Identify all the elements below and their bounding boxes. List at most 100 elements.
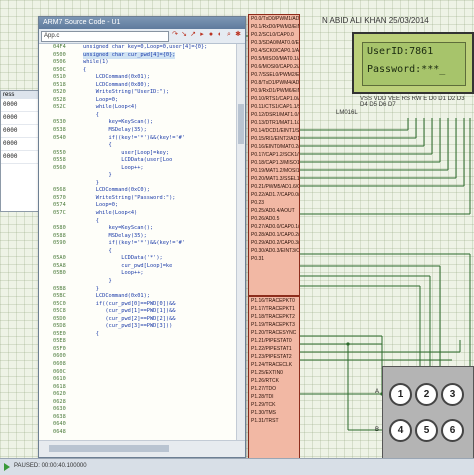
code-line[interactable]: 0538 MSDelay(35); <box>39 127 237 135</box>
code-line[interactable]: 0620 <box>39 391 237 399</box>
play-icon[interactable] <box>4 463 10 471</box>
source-window-title[interactable]: ARM7 Source Code - U1 <box>39 17 245 29</box>
watch-panel[interactable]: ress 0000 0000 0000 0000 0000 <box>0 90 40 212</box>
find-icon[interactable]: ⌕ <box>225 31 233 39</box>
code-line[interactable]: 0540 if((key!='*')&&(key!='#' <box>39 135 237 143</box>
code-line[interactable]: 0518 LCDCommand(0x80); <box>39 82 237 90</box>
code-line[interactable]: 05F0 <box>39 346 237 354</box>
code-line[interactable]: 0590 if((key!='*')&&(key!='#' <box>39 240 237 248</box>
code-line[interactable]: 05BC LCDCommand(0x01); <box>39 293 237 301</box>
source-file-combo[interactable]: App.c <box>41 31 169 42</box>
code-line[interactable]: 05E8 <box>39 338 237 346</box>
watch-row[interactable]: 0000 <box>1 112 39 125</box>
code-line-address: 0630 <box>53 406 66 413</box>
code-line[interactable]: 05B0 Loop++; <box>39 270 237 278</box>
vertical-scrollbar[interactable] <box>236 44 245 440</box>
watch-row[interactable]: 0000 <box>1 99 39 112</box>
code-line[interactable]: 057C while(Loop<4) <box>39 210 237 218</box>
code-line[interactable]: 05E0 { <box>39 331 237 339</box>
mcu-pin-label: P1.23/PIPESTAT2 <box>251 354 292 360</box>
keypad-key-5[interactable]: 5 <box>415 419 438 442</box>
code-line[interactable]: 04F4 unsigned char key=0,Loop=0,user[4]={… <box>39 44 237 52</box>
code-line[interactable]: 05D8 (cur_pwd[3]==PWD[3])) <box>39 323 237 331</box>
code-line[interactable]: 0640 <box>39 421 237 429</box>
code-line[interactable]: 0500 unsigned char cur_pwd[4]={0}; <box>39 51 237 60</box>
code-line[interactable]: 05C0 if((cur_pwd[0]==PWD[0])&& <box>39 301 237 309</box>
keypad-key-3[interactable]: 3 <box>441 383 464 406</box>
watch-row[interactable]: 0000 <box>1 125 39 138</box>
code-line[interactable]: 0528 Loop=0; <box>39 97 237 105</box>
code-line[interactable]: 0618 <box>39 384 237 392</box>
code-line[interactable]: 0648 <box>39 429 237 437</box>
code-line-address: 0520 <box>53 89 66 96</box>
code-line[interactable]: 0558 LCDData(user[Loo <box>39 157 237 165</box>
code-line[interactable]: 050C { <box>39 67 237 75</box>
step-over-icon[interactable]: ↷ <box>171 31 179 39</box>
mcu-chip-upper[interactable]: P0.0/TxD0/PWM1/AD0.0 P0.1/RxD0/PWM3/EINT0… <box>248 14 300 296</box>
code-line-text: Loop++; <box>83 164 144 171</box>
source-code-area[interactable]: 04F4 unsigned char key=0,Loop=0,user[4]={… <box>39 44 237 440</box>
mcu-pin-label: P0.10/RTS1/CAP1.0/AD1.2 <box>251 96 299 102</box>
code-line[interactable]: { <box>39 142 237 150</box>
lcd-display[interactable]: UserID:7861 Password:***_ <box>352 32 474 94</box>
code-line[interactable]: 052C while(Loop<4) <box>39 104 237 112</box>
source-code-window[interactable]: ARM7 Source Code - U1 App.c ↷ ↘ ↗ ▸ ● ◐ … <box>38 16 246 458</box>
code-line[interactable]: 0570 WriteString("Password:"); <box>39 195 237 203</box>
code-line[interactable]: { <box>39 112 237 120</box>
watch-row[interactable]: 0000 <box>1 151 39 164</box>
code-line[interactable]: 0530 key=KeyScan(); <box>39 119 237 127</box>
code-line[interactable]: 0630 <box>39 406 237 414</box>
keypad-key-2[interactable]: 2 <box>415 383 438 406</box>
code-line[interactable]: 0608 <box>39 361 237 369</box>
code-line[interactable]: 0600 <box>39 353 237 361</box>
code-line[interactable]: { <box>39 218 237 226</box>
keypad-key-1[interactable]: 1 <box>389 383 412 406</box>
horizontal-scroll-thumb[interactable] <box>49 445 169 452</box>
code-line[interactable]: 05D0 (cur_pwd[2]==PWD[2])&& <box>39 316 237 324</box>
code-line[interactable]: } <box>39 278 237 286</box>
mcu-pin-label: P0.22/AD1.7/CAP0.0/MAT0.0 <box>251 192 299 198</box>
keypad[interactable]: A B 1 2 3 4 5 6 <box>375 366 474 460</box>
code-line[interactable]: 05A0 LCDData('*'); <box>39 255 237 263</box>
toggle-icon[interactable]: ◐ <box>216 31 224 39</box>
code-line[interactable]: 0628 <box>39 399 237 407</box>
code-line[interactable]: 0550 user[Loop]=key; <box>39 150 237 158</box>
settings-icon[interactable]: ✱ <box>234 31 242 39</box>
code-line[interactable]: 0580 key=KeyScan(); <box>39 225 237 233</box>
code-line[interactable]: 05B8 } <box>39 286 237 294</box>
step-out-icon[interactable]: ↗ <box>189 31 197 39</box>
code-line[interactable]: 0560 Loop++; <box>39 165 237 173</box>
code-line[interactable]: 05A8 cur_pwd[Loop]=ke <box>39 263 237 271</box>
code-line[interactable]: 0506 while(1) <box>39 59 237 67</box>
code-line[interactable]: 0610 <box>39 376 237 384</box>
code-line[interactable]: } <box>39 172 237 180</box>
code-line[interactable]: 0568 LCDCommand(0xC0); <box>39 187 237 195</box>
breakpoint-icon[interactable]: ● <box>207 31 215 39</box>
code-line[interactable]: 0510 LCDCommand(0x01); <box>39 74 237 82</box>
keypad-key-6[interactable]: 6 <box>441 419 464 442</box>
code-line-address: 060C <box>53 368 66 375</box>
code-line-address: 0588 <box>53 232 66 239</box>
mcu-chip-lower[interactable]: P1.16/TRACEPKT0 P1.17/TRACEPKT1 P1.18/TRAC… <box>248 296 300 460</box>
code-line[interactable]: 0638 <box>39 414 237 422</box>
mcu-pin-label: P0.12/DSR1/MAT1.0/AD1.3 <box>251 112 299 118</box>
keypad-key-4[interactable]: 4 <box>389 419 412 442</box>
status-text: PAUSED: 00:00:40.100000 <box>14 463 87 469</box>
code-line[interactable]: 0588 MSDelay(35); <box>39 233 237 241</box>
code-line[interactable]: } <box>39 180 237 188</box>
run-to-icon[interactable]: ▸ <box>198 31 206 39</box>
code-line[interactable]: 05C8 (cur_pwd[1]==PWD[1])&& <box>39 308 237 316</box>
watch-row[interactable]: 0000 <box>1 138 39 151</box>
code-line[interactable]: 0520 WriteString("UserID:"); <box>39 89 237 97</box>
horizontal-scrollbar[interactable] <box>39 440 245 457</box>
mcu-pin-label: P1.25/EXTIN0 <box>251 370 283 376</box>
mcu-pin-label: P0.3/SDA0/MAT0.0/EINT1 <box>251 40 299 46</box>
code-line-address: 0500 <box>53 51 66 58</box>
keypad-row-label-b: B <box>375 427 380 433</box>
code-line[interactable]: 060C <box>39 369 237 377</box>
vertical-scroll-thumb[interactable] <box>238 104 244 144</box>
step-into-icon[interactable]: ↘ <box>180 31 188 39</box>
code-line[interactable]: { <box>39 248 237 256</box>
code-line-text: LCDCommand(0x80); <box>83 81 150 88</box>
code-line[interactable]: 0574 Loop=0; <box>39 202 237 210</box>
